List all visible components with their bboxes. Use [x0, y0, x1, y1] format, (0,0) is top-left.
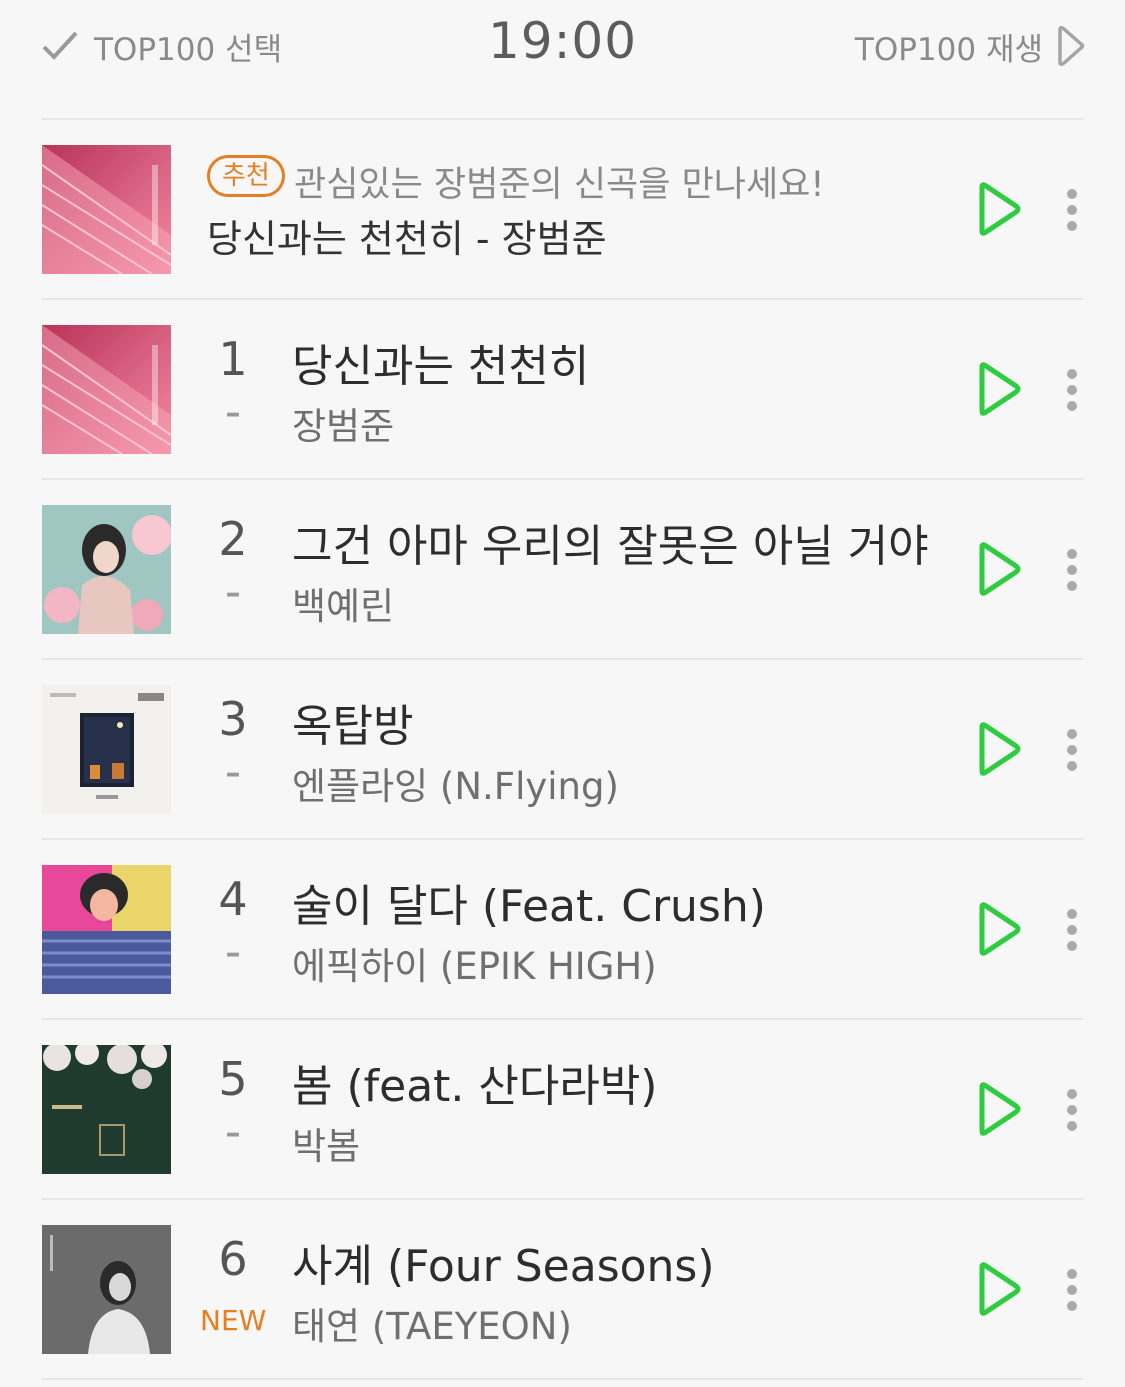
rank-number: 4: [218, 872, 248, 926]
recommendation-row[interactable]: 추천 관심있는 장범준의 신곡을 만나세요! 당신과는 천천히 - 장범준: [0, 120, 1125, 300]
play-icon[interactable]: [976, 902, 1022, 956]
album-cover: [42, 325, 171, 454]
song-title: 사계 (Four Seasons): [292, 1241, 715, 1292]
recommend-badge: 추천: [207, 155, 285, 197]
more-vertical-icon[interactable]: [1060, 1088, 1084, 1132]
new-badge: NEW: [200, 1304, 267, 1337]
song-row[interactable]: 6 NEW 사계 (Four Seasons) 태연 (TAEYEON): [0, 1200, 1125, 1380]
song-artist: 장범준: [292, 405, 395, 448]
song-title: 술이 달다 (Feat. Crush): [292, 881, 766, 932]
recommend-text: 관심있는 장범준의 신곡을 만나세요!: [294, 165, 825, 205]
top100-play-label: TOP100 재생: [854, 31, 1043, 68]
rank-change: –: [225, 936, 241, 971]
rank-change: –: [225, 1116, 241, 1151]
rank-number: 5: [218, 1052, 248, 1106]
song-artist: 에픽하이 (EPIK HIGH): [292, 945, 657, 988]
rank-number: 3: [218, 692, 248, 746]
album-cover: [42, 685, 171, 814]
album-cover: [42, 145, 171, 274]
more-vertical-icon[interactable]: [1060, 1268, 1084, 1312]
album-cover: [42, 1225, 171, 1354]
top100-play-button[interactable]: TOP100 재생: [855, 22, 1085, 70]
song-artist: 태연 (TAEYEON): [292, 1305, 572, 1348]
song-title: 옥탑방: [292, 701, 414, 752]
rank-change: –: [225, 756, 241, 791]
song-artist: 박봄: [292, 1125, 361, 1168]
play-icon[interactable]: [976, 182, 1022, 236]
song-row[interactable]: 2 – 그건 아마 우리의 잘못은 아닐 거야 백예린: [0, 480, 1125, 660]
top-bar: TOP100 선택 19:00 TOP100 재생: [0, 0, 1125, 118]
album-cover: [42, 1045, 171, 1174]
rank-change: –: [225, 396, 241, 431]
rank-number: 1: [218, 332, 248, 386]
play-icon[interactable]: [976, 542, 1022, 596]
song-title: 그건 아마 우리의 잘못은 아닐 거야: [292, 521, 929, 572]
play-icon[interactable]: [976, 1082, 1022, 1136]
play-icon[interactable]: [976, 362, 1022, 416]
rank-number: 6: [218, 1232, 248, 1286]
more-vertical-icon[interactable]: [1060, 368, 1084, 412]
recommend-song: 당신과는 천천히 - 장범준: [207, 217, 607, 261]
album-cover: [42, 505, 171, 634]
rank-change: –: [225, 576, 241, 611]
album-cover: [42, 865, 171, 994]
song-row[interactable]: 5 – 봄 (feat. 산다라박) 박봄: [0, 1020, 1125, 1200]
song-title: 당신과는 천천히: [292, 341, 590, 392]
song-row[interactable]: 1 – 당신과는 천천히 장범준: [0, 300, 1125, 480]
play-outline-icon: [1058, 26, 1085, 66]
more-vertical-icon[interactable]: [1060, 188, 1084, 232]
play-icon[interactable]: [976, 722, 1022, 776]
song-artist: 백예린: [292, 585, 395, 628]
rank-number: 2: [218, 512, 248, 566]
play-icon[interactable]: [976, 1262, 1022, 1316]
more-vertical-icon[interactable]: [1060, 728, 1084, 772]
song-title: 봄 (feat. 산다라박): [292, 1061, 658, 1112]
song-row[interactable]: 3 – 옥탑방 엔플라잉 (N.Flying): [0, 660, 1125, 840]
divider: [42, 1378, 1083, 1380]
more-vertical-icon[interactable]: [1060, 908, 1084, 952]
more-vertical-icon[interactable]: [1060, 548, 1084, 592]
song-artist: 엔플라잉 (N.Flying): [292, 765, 619, 808]
song-row[interactable]: 4 – 술이 달다 (Feat. Crush) 에픽하이 (EPIK HIGH): [0, 840, 1125, 1020]
